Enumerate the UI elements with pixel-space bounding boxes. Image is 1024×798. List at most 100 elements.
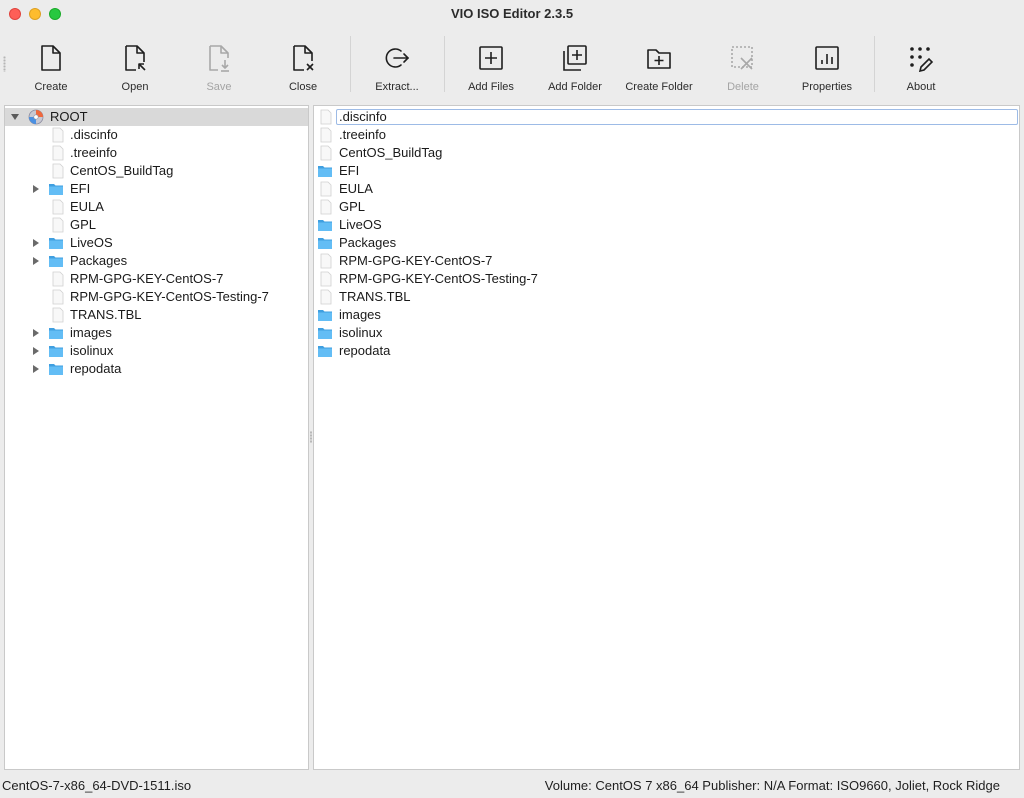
file-icon [318,253,334,269]
tree-item-folder[interactable]: EFI [5,180,308,198]
extract-icon [384,44,410,72]
disclosure-collapsed-icon[interactable] [33,365,39,373]
list-item-file[interactable]: CentOS_BuildTag [314,144,1019,162]
tree-item-label: Packages [70,252,127,270]
file-icon [318,199,334,215]
add-folder-label: Add Folder [533,81,617,93]
toolbar: Create Open Save Close Extract... [0,28,1024,100]
create-folder-button[interactable]: Create Folder [617,30,701,96]
disclosure-collapsed-icon[interactable] [33,239,39,247]
add-folder-icon [562,44,588,72]
tree-item-label: .treeinfo [70,144,117,162]
list-item-label: RPM-GPG-KEY-CentOS-Testing-7 [339,270,538,288]
delete-label: Delete [701,81,785,93]
create-button[interactable]: Create [9,30,93,96]
list-item-file[interactable]: RPM-GPG-KEY-CentOS-Testing-7 [314,270,1019,288]
folder-icon [48,181,64,197]
list-item-label: isolinux [339,324,382,342]
tree-item-folder[interactable]: images [5,324,308,342]
tree-item-label: LiveOS [70,234,113,252]
delete-button[interactable]: Delete [701,30,785,96]
about-button[interactable]: About [879,30,963,96]
list-item-label: .discinfo [339,108,387,126]
tree-item-folder[interactable]: LiveOS [5,234,308,252]
properties-button[interactable]: Properties [785,30,869,96]
save-button[interactable]: Save [177,30,261,96]
add-files-icon [478,44,504,72]
list-item-folder[interactable]: LiveOS [314,216,1019,234]
tree-item-file[interactable]: RPM-GPG-KEY-CentOS-7 [5,270,308,288]
create-folder-label: Create Folder [617,81,701,93]
close-label: Close [261,81,345,93]
properties-label: Properties [785,81,869,93]
about-label: About [879,81,963,93]
create-label: Create [9,81,93,93]
list-item-label: Packages [339,234,396,252]
list-item-file[interactable]: TRANS.TBL [314,288,1019,306]
about-icon [908,44,934,72]
disclosure-expanded-icon[interactable] [11,114,19,120]
toolbar-grip-icon[interactable] [3,56,6,72]
close-file-icon [290,44,316,72]
folder-tree[interactable]: ROOT .discinfo .treeinfo CentOS_BuildTag… [4,105,309,770]
disclosure-collapsed-icon[interactable] [33,185,39,193]
tree-item-folder[interactable]: Packages [5,252,308,270]
tree-item-label: images [70,324,112,342]
list-item-file[interactable]: .discinfo [314,108,1019,126]
list-item-file[interactable]: GPL [314,198,1019,216]
list-item-folder[interactable]: repodata [314,342,1019,360]
file-list[interactable]: .discinfo .treeinfo CentOS_BuildTag EFI … [313,105,1020,770]
tree-item-folder[interactable]: repodata [5,360,308,378]
tree-item-file[interactable]: CentOS_BuildTag [5,162,308,180]
tree-item-file[interactable]: TRANS.TBL [5,306,308,324]
list-item-folder[interactable]: images [314,306,1019,324]
list-item-folder[interactable]: Packages [314,234,1019,252]
new-file-icon [38,44,64,72]
window-title: VIO ISO Editor 2.3.5 [0,6,1024,21]
disclosure-collapsed-icon[interactable] [33,257,39,265]
tree-item-file[interactable]: .treeinfo [5,144,308,162]
list-item-file[interactable]: .treeinfo [314,126,1019,144]
open-button[interactable]: Open [93,30,177,96]
tree-item-file[interactable]: RPM-GPG-KEY-CentOS-Testing-7 [5,288,308,306]
file-icon [50,163,66,179]
file-icon [50,217,66,233]
tree-item-file[interactable]: GPL [5,216,308,234]
file-icon [318,127,334,143]
list-item-label: repodata [339,342,390,360]
add-files-button[interactable]: Add Files [449,30,533,96]
file-icon [318,289,334,305]
folder-icon [317,163,333,179]
toolbar-separator [874,36,875,92]
create-folder-icon [646,44,672,72]
list-item-label: EFI [339,162,359,180]
folder-icon [48,235,64,251]
tree-item-folder[interactable]: isolinux [5,342,308,360]
close-button[interactable]: Close [261,30,345,96]
extract-button[interactable]: Extract... [355,30,439,96]
add-files-label: Add Files [449,81,533,93]
list-item-folder[interactable]: isolinux [314,324,1019,342]
tree-item-label: GPL [70,216,96,234]
status-details: Volume: CentOS 7 x86_64 Publisher: N/A F… [545,774,1000,798]
folder-icon [48,325,64,341]
list-item-label: TRANS.TBL [339,288,411,306]
add-folder-button[interactable]: Add Folder [533,30,617,96]
save-label: Save [177,81,261,93]
list-item-file[interactable]: EULA [314,180,1019,198]
tree-item-file[interactable]: .discinfo [5,126,308,144]
disclosure-collapsed-icon[interactable] [33,347,39,355]
disclosure-collapsed-icon[interactable] [33,329,39,337]
list-item-file[interactable]: RPM-GPG-KEY-CentOS-7 [314,252,1019,270]
list-item-label: images [339,306,381,324]
folder-icon [317,217,333,233]
list-item-folder[interactable]: EFI [314,162,1019,180]
tree-item-label: repodata [70,360,121,378]
file-icon [50,127,66,143]
open-label: Open [93,81,177,93]
list-item-label: GPL [339,198,365,216]
tree-root-item[interactable]: ROOT [5,108,308,126]
tree-item-file[interactable]: EULA [5,198,308,216]
list-item-label: CentOS_BuildTag [339,144,442,162]
folder-icon [48,361,64,377]
